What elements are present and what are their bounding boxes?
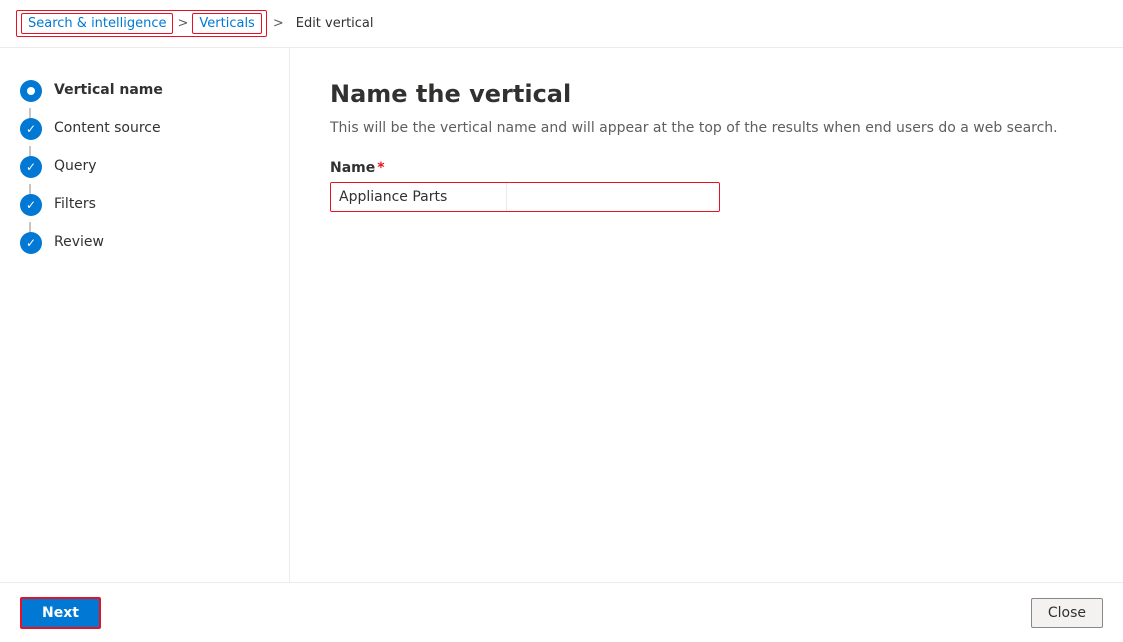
- footer: Next Close: [0, 582, 1123, 642]
- step-indicator-content-source: [20, 118, 42, 140]
- step-label-content-source: Content source: [54, 118, 161, 136]
- breadcrumb-link-verticals[interactable]: Verticals: [192, 13, 261, 34]
- step-label-vertical-name: Vertical name: [54, 80, 163, 98]
- step-indicator-review: [20, 232, 42, 254]
- required-indicator: *: [377, 160, 384, 176]
- main-content-area: Name the vertical This will be the verti…: [290, 48, 1123, 582]
- breadcrumb-separator-1: >: [177, 16, 188, 31]
- breadcrumb-outline: Search & intelligence > Verticals: [16, 10, 267, 37]
- name-field-group: Name*: [330, 160, 1083, 212]
- sidebar-item-content-source[interactable]: Content source: [0, 110, 289, 148]
- sidebar-item-filters[interactable]: Filters: [0, 186, 289, 224]
- checkmark-content-source: [26, 122, 36, 136]
- sidebar-item-query[interactable]: Query: [0, 148, 289, 186]
- step-indicator-query: [20, 156, 42, 178]
- page-title: Name the vertical: [330, 80, 1083, 108]
- name-input-extra[interactable]: [506, 183, 719, 211]
- sidebar-item-review[interactable]: Review: [0, 224, 289, 262]
- checkmark-review: [26, 236, 36, 250]
- name-field-label: Name*: [330, 160, 1083, 176]
- page-description: This will be the vertical name and will …: [330, 120, 1083, 136]
- name-input[interactable]: [331, 183, 506, 211]
- next-button[interactable]: Next: [20, 597, 101, 629]
- step-indicator-vertical-name: [20, 80, 42, 102]
- main-container: Search & intelligence > Verticals > Edit…: [0, 0, 1123, 642]
- sidebar: Vertical name Content source Query: [0, 48, 290, 582]
- breadcrumb-separator-2: >: [273, 16, 284, 31]
- breadcrumb-link-search-intelligence[interactable]: Search & intelligence: [21, 13, 173, 34]
- checkmark-filters: [26, 198, 36, 212]
- step-label-filters: Filters: [54, 194, 96, 212]
- checkmark-query: [26, 160, 36, 174]
- body-layout: Vertical name Content source Query: [0, 48, 1123, 582]
- breadcrumb-bar: Search & intelligence > Verticals > Edit…: [0, 0, 1123, 48]
- name-input-container: [330, 182, 720, 212]
- close-button[interactable]: Close: [1031, 598, 1103, 628]
- sidebar-item-vertical-name[interactable]: Vertical name: [0, 72, 289, 110]
- breadcrumb-current: Edit vertical: [296, 16, 374, 31]
- step-label-review: Review: [54, 232, 104, 250]
- step-indicator-filters: [20, 194, 42, 216]
- step-label-query: Query: [54, 156, 97, 174]
